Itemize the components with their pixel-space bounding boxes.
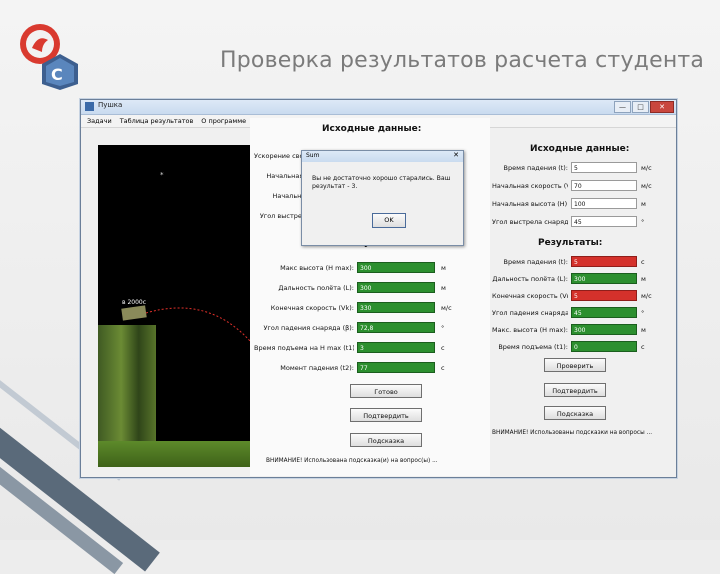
dialog-titlebar: Sum ✕: [302, 151, 463, 162]
teacher-field-label: Угол падения снаряда (β):: [492, 308, 568, 317]
teacher-result-field[interactable]: 5: [571, 290, 637, 301]
teacher-panel: Исходные данные: Время падения (t): 5 м/с Н…: [490, 140, 670, 476]
dialog-message: Вы не достаточно хорошо старались. Ваш р…: [312, 175, 451, 190]
teacher-input-row: Угол выстрела снаряда (α):45 °: [492, 216, 644, 227]
teacher-footer-note: ВНИМАНИЕ! Использованы подсказки на вопр…: [492, 430, 653, 436]
student-unit-label: с: [441, 343, 445, 352]
svg-text:C: C: [51, 65, 63, 84]
teacher-input-row: Начальная скорость (V0):70 м/с: [492, 180, 652, 191]
student-result-row: Угол падения снаряда (β): 72,8 °: [254, 322, 444, 333]
teacher-inputs-heading: Исходные данные:: [530, 144, 630, 154]
teacher-input-row: Начальная высота (H): 100 м: [492, 198, 646, 209]
student-result-row: Конечная скорость (Vk): 330 м/с: [254, 302, 452, 313]
teacher-unit-label: м: [641, 274, 646, 283]
teacher-result-field[interactable]: 300: [571, 324, 637, 335]
teacher-field-label: Начальная высота (H):: [492, 199, 568, 208]
student-field-label: Дальность полёта (L):: [278, 283, 354, 292]
student-unit-label: м: [441, 263, 446, 272]
teacher-result-field[interactable]: 45: [571, 307, 637, 318]
student-hint-button[interactable]: Подсказка: [350, 433, 422, 447]
teacher-result-field[interactable]: 0: [571, 341, 637, 352]
teacher-unit-label: с: [641, 257, 645, 266]
result-dialog: Sum ✕ Вы не достаточно хорошо старались.…: [301, 150, 464, 246]
menu-item-results-table[interactable]: Таблица результатов: [120, 117, 194, 125]
app-window: Пушка — □ ✕ Задачи Таблица результатов О…: [80, 99, 677, 478]
teacher-input-row: Время падения (t): 5 м/с: [492, 162, 652, 173]
teacher-field-label: Макс. высота (H max):: [492, 325, 568, 334]
student-result-field[interactable]: 300: [357, 282, 435, 293]
student-confirm-button[interactable]: Подтвердить: [350, 408, 422, 422]
student-field-label: Угол падения снаряда (β):: [263, 323, 354, 332]
teacher-unit-label: м/с: [641, 163, 652, 172]
teacher-result-row: Макс. высота (H max): 300 м: [492, 324, 646, 335]
student-done-button[interactable]: Готово: [350, 384, 422, 398]
trajectory-line: [145, 307, 250, 342]
teacher-input-field[interactable]: 5: [571, 162, 637, 173]
teacher-input-field[interactable]: 100: [571, 198, 637, 209]
student-inputs-heading: Исходные данные:: [322, 124, 422, 134]
menu-item-tasks[interactable]: Задачи: [87, 117, 112, 125]
student-result-row: Время подъема на H max (t1): 3 с: [254, 342, 445, 353]
teacher-result-row: Дальность полёта (L): 300 м: [492, 273, 646, 284]
student-result-field[interactable]: 330: [357, 302, 435, 313]
student-result-row: Макс высота (H max): 300 м: [254, 262, 446, 273]
teacher-field-label: Время подъема (t1):: [498, 342, 568, 351]
teacher-results-heading: Результаты:: [538, 238, 603, 248]
simulation-canvas: * в 2000с: [98, 145, 250, 467]
teacher-unit-label: м: [641, 199, 646, 208]
close-button[interactable]: ✕: [650, 101, 674, 113]
teacher-field-label: Начальная скорость (V0):: [492, 181, 568, 190]
student-field-label: Макс высота (H max):: [280, 263, 354, 272]
student-result-field[interactable]: 72,8: [357, 322, 435, 333]
student-result-row: Момент падения (t2): 77 с: [254, 362, 445, 373]
menu-item-about[interactable]: О программе: [201, 117, 246, 125]
app-icon: [85, 102, 94, 111]
student-field-label: Момент падения (t2):: [280, 363, 354, 372]
teacher-result-row: Время подъема (t1): 0 с: [492, 341, 645, 352]
teacher-unit-label: м/с: [641, 291, 652, 300]
window-titlebar: Пушка — □ ✕: [81, 100, 676, 115]
student-result-row: Дальность полёта (L): 300 м: [254, 282, 446, 293]
teacher-field-label: Угол выстрела снаряда (α):: [492, 217, 568, 226]
teacher-result-field[interactable]: 5: [571, 256, 637, 267]
student-unit-label: м: [441, 283, 446, 292]
teacher-unit-label: с: [641, 342, 645, 351]
teacher-result-row: Угол падения снаряда (β):45 °: [492, 307, 644, 318]
teacher-input-field[interactable]: 70: [571, 180, 637, 191]
student-unit-label: м/с: [441, 303, 452, 312]
teacher-field-label: Конечная скорость (Vк):: [492, 291, 568, 300]
student-result-field[interactable]: 3: [357, 342, 435, 353]
teacher-result-row: Время падения (t): 5 с: [492, 256, 645, 267]
window-title: Пушка: [98, 101, 123, 109]
dialog-ok-button[interactable]: OK: [372, 213, 406, 228]
teacher-result-row: Конечная скорость (Vк): 5 м/с: [492, 290, 652, 301]
student-result-field[interactable]: 77: [357, 362, 435, 373]
student-unit-label: с: [441, 363, 445, 372]
teacher-result-field[interactable]: 300: [571, 273, 637, 284]
dialog-close-icon[interactable]: ✕: [453, 151, 459, 159]
slide-title: Проверка результатов расчета студента: [220, 48, 705, 73]
teacher-confirm-button[interactable]: Подтвердить: [544, 383, 606, 397]
student-field-label: Конечная скорость (Vk):: [270, 303, 354, 312]
dialog-title: Sum: [306, 152, 320, 159]
teacher-field-label: Время падения (t):: [503, 257, 568, 266]
teacher-unit-label: м/с: [641, 181, 652, 190]
teacher-hint-button[interactable]: Подсказка: [544, 406, 606, 420]
maximize-button[interactable]: □: [632, 101, 649, 113]
teacher-unit-label: °: [641, 308, 645, 317]
teacher-input-field[interactable]: 45: [571, 216, 637, 227]
minimize-button[interactable]: —: [614, 101, 631, 113]
student-unit-label: °: [441, 323, 445, 332]
teacher-check-button[interactable]: Проверить: [544, 358, 606, 372]
student-footer-note: ВНИМАНИЕ! Использована подсказка(и) на в…: [266, 458, 438, 464]
teacher-unit-label: м: [641, 325, 646, 334]
student-result-field[interactable]: 300: [357, 262, 435, 273]
teacher-field-label: Дальность полёта (L):: [492, 274, 568, 283]
csharp-logo-icon: C: [20, 24, 78, 90]
student-field-label: Время подъема на H max (t1):: [254, 343, 354, 352]
teacher-unit-label: °: [641, 217, 645, 226]
teacher-field-label: Время падения (t):: [503, 163, 568, 172]
